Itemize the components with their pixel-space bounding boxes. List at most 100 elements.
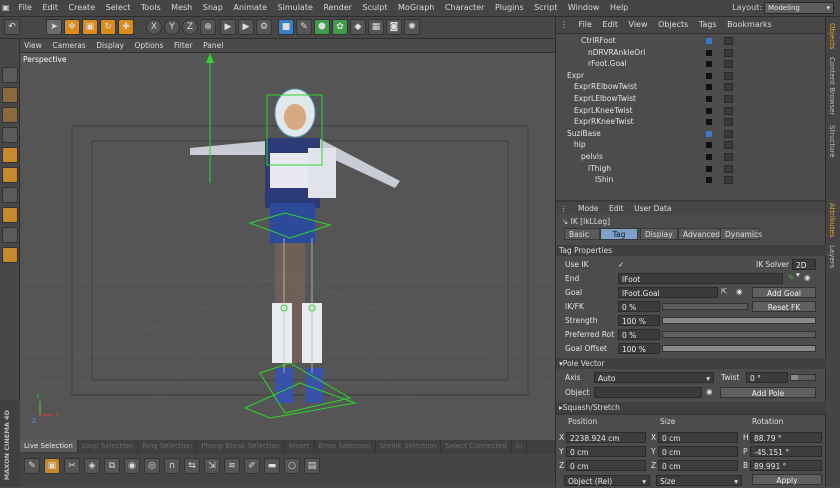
iron-icon[interactable]: ▬ — [264, 458, 280, 474]
layer-color-dot[interactable] — [706, 49, 712, 56]
rot-h-field[interactable]: 88.79 ° — [750, 432, 822, 443]
object-row[interactable]: ExprRKneeTwist — [556, 117, 826, 129]
om-menu-objects[interactable]: Objects — [654, 17, 692, 29]
pen-icon[interactable]: ✎ — [296, 19, 312, 35]
tool-live-selection[interactable]: Live Selection — [20, 440, 78, 452]
model-mode-icon[interactable] — [2, 67, 18, 83]
object-row[interactable]: CtrlRFoot — [556, 36, 826, 48]
end-field[interactable]: lFoot — [618, 273, 783, 284]
tag-icon[interactable] — [724, 118, 733, 127]
size-mode-select[interactable]: Size ▾ — [656, 475, 742, 486]
undo-icon[interactable]: ↶ — [4, 19, 20, 35]
menu-edit[interactable]: Edit — [38, 0, 62, 17]
tool-ring-selection[interactable]: Ring Selection — [138, 440, 198, 452]
twist-field[interactable]: 0 ° — [746, 372, 788, 383]
knife-icon[interactable]: ✂ — [64, 458, 80, 474]
perspective-viewport[interactable]: Perspective Y X Z — [20, 53, 555, 440]
pos-z-field[interactable]: 0 cm — [566, 460, 646, 471]
section-pole-vector[interactable]: ▾Pole Vector — [556, 358, 826, 369]
side-tab-structure[interactable]: Structure — [828, 125, 836, 158]
object-row[interactable]: ExprLKneeTwist — [556, 106, 826, 118]
render-settings-icon[interactable]: ⚙ — [256, 19, 272, 35]
object-row[interactable]: lShin — [556, 175, 826, 187]
mirror-icon[interactable]: ⇆ — [184, 458, 200, 474]
goal-offset-field[interactable]: 100 % — [618, 343, 660, 354]
move-icon[interactable]: ✥ — [64, 19, 80, 35]
menu-window[interactable]: Window — [564, 0, 604, 17]
size-x-field[interactable]: 0 cm — [658, 432, 738, 443]
viewport-menu-view[interactable]: View — [20, 39, 46, 50]
menu-animate[interactable]: Animate — [229, 0, 271, 17]
pos-x-field[interactable]: 2238.924 cm — [566, 432, 646, 443]
preferred-rot-field[interactable]: 0 % — [618, 329, 660, 340]
magnet-icon[interactable]: ∩ — [164, 458, 180, 474]
layer-color-dot[interactable] — [706, 142, 712, 149]
target-icon[interactable]: ◉ — [736, 287, 743, 296]
bridge-icon[interactable]: ⧉ — [104, 458, 120, 474]
side-tab-layers[interactable]: Layers — [828, 245, 836, 268]
points-mode-icon[interactable] — [2, 127, 18, 143]
strength-field[interactable]: 100 % — [618, 315, 660, 326]
texture-mode-icon[interactable] — [2, 87, 18, 103]
object-row[interactable]: ExprRElbowTwist — [556, 82, 826, 94]
tab-tag[interactable]: Tag — [600, 228, 638, 240]
add-pole-button[interactable]: Add Pole — [720, 387, 816, 398]
rot-b-field[interactable]: 89.991 ° — [750, 460, 822, 471]
smooth-icon[interactable]: ◎ — [144, 458, 160, 474]
target-icon[interactable]: ◉ — [706, 387, 713, 396]
x-axis-icon[interactable]: X — [146, 19, 162, 35]
axis-mode-icon[interactable] — [2, 187, 18, 203]
side-tab-objects[interactable]: Objects — [828, 23, 836, 49]
layer-color-dot[interactable] — [706, 154, 712, 160]
object-row[interactable]: hip — [556, 140, 826, 152]
coordinate-system-icon[interactable]: ⊕ — [200, 19, 216, 35]
z-axis-icon[interactable]: Z — [182, 19, 198, 35]
slide-icon[interactable]: ⇲ — [204, 458, 220, 474]
apply-button[interactable]: Apply — [752, 474, 822, 485]
tag-icon[interactable] — [724, 106, 733, 115]
edges-mode-icon[interactable] — [2, 147, 18, 163]
tab-advanced[interactable]: Advanced — [678, 228, 720, 240]
menu-sculpt[interactable]: Sculpt — [358, 0, 391, 17]
object-row[interactable]: lThigh — [556, 164, 826, 176]
object-row[interactable]: ExprLElbowTwist — [556, 94, 826, 106]
move-axes-icon[interactable]: ✚ — [118, 19, 134, 35]
close-hole-icon[interactable]: ○ — [284, 458, 300, 474]
goal-offset-slider[interactable] — [662, 345, 816, 352]
section-squash-stretch[interactable]: ▸Squash/Stretch — [556, 402, 826, 413]
object-row[interactable]: SuziBase — [556, 129, 826, 141]
polygon-pen-icon[interactable]: ✐ — [244, 458, 260, 474]
side-tab-attributes[interactable]: Attributes — [828, 203, 836, 238]
render-picture-icon[interactable]: ▶ — [238, 19, 254, 35]
tag-icon[interactable] — [724, 48, 733, 57]
matrix-extrude-icon[interactable]: ▤ — [304, 458, 320, 474]
attr-menu-edit[interactable]: Edit — [605, 202, 628, 213]
menu-script[interactable]: Script — [530, 0, 561, 17]
tool-select-connected[interactable]: Select Connected — [441, 440, 512, 452]
extrude-icon[interactable]: ▣ — [44, 458, 60, 474]
layer-color-dot[interactable] — [706, 130, 712, 137]
preferred-rot-slider[interactable] — [662, 331, 816, 338]
tab-display[interactable]: Display — [640, 228, 678, 240]
viewport-menu-filter[interactable]: Filter — [170, 39, 197, 50]
ikfk-field[interactable]: 0 % — [618, 301, 660, 312]
ikfk-slider[interactable] — [662, 303, 748, 310]
brush-icon[interactable]: ✎ — [24, 458, 40, 474]
tag-icon[interactable] — [724, 153, 733, 161]
menu-character[interactable]: Character — [441, 0, 489, 17]
stitch-icon[interactable]: ≋ — [224, 458, 240, 474]
scale-icon[interactable]: ▣ — [82, 19, 98, 35]
tool-shrink-selection[interactable]: Shrink Selection — [376, 440, 442, 452]
strength-slider[interactable] — [662, 317, 816, 324]
cube-icon[interactable]: ■ — [278, 19, 294, 35]
layer-color-dot[interactable] — [706, 96, 712, 102]
array-icon[interactable]: ✿ — [332, 19, 348, 35]
goal-field[interactable]: lFoot.Goal — [618, 287, 718, 298]
layer-color-dot[interactable] — [706, 177, 712, 184]
coord-mode-select[interactable]: Object (Rel) ▾ — [564, 475, 650, 486]
menu-help[interactable]: Help — [606, 0, 632, 17]
layer-color-dot[interactable] — [706, 61, 712, 68]
layer-color-dot[interactable] — [706, 119, 712, 126]
viewport-menu-panel[interactable]: Panel — [199, 39, 227, 50]
om-menu-edit[interactable]: Edit — [598, 17, 622, 29]
